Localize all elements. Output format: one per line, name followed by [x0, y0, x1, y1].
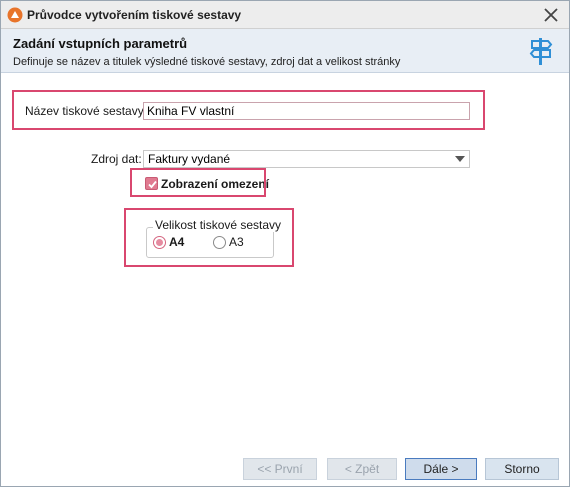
next-button[interactable]: Dále > — [405, 458, 477, 480]
restriction-checkbox[interactable] — [145, 177, 158, 190]
wizard-header: Zadání vstupních parametrů Definuje se n… — [1, 29, 569, 73]
title-bar: Průvodce vytvořením tiskové sestavy — [1, 1, 569, 29]
report-name-label: Název tiskové sestavy: — [25, 104, 148, 118]
check-icon — [148, 180, 157, 189]
back-button[interactable]: < Zpět — [327, 458, 397, 480]
page-title: Zadání vstupních parametrů — [13, 36, 188, 51]
report-size-group-title: Velikost tiskové sestavy — [153, 218, 284, 232]
wizard-dialog: Průvodce vytvořením tiskové sestavy Zadá… — [0, 0, 570, 487]
data-source-label: Zdroj dat: — [91, 152, 142, 166]
data-source-value: Faktury vydané — [148, 152, 231, 166]
size-a4-label[interactable]: A4 — [169, 235, 184, 249]
restriction-label[interactable]: Zobrazení omezení — [161, 177, 269, 191]
window-title: Průvodce vytvořením tiskové sestavy — [27, 8, 242, 22]
size-a3-radio[interactable] — [213, 236, 226, 249]
signpost-icon — [529, 38, 553, 65]
chevron-down-icon — [455, 156, 465, 162]
close-icon[interactable] — [539, 3, 563, 27]
app-logo-icon — [7, 7, 23, 23]
cancel-button[interactable]: Storno — [485, 458, 559, 480]
size-a4-radio[interactable] — [153, 236, 166, 249]
size-a3-label[interactable]: A3 — [229, 235, 244, 249]
page-description: Definuje se název a titulek výsledné tis… — [13, 56, 401, 68]
first-button[interactable]: << První — [243, 458, 317, 480]
data-source-select[interactable]: Faktury vydané — [143, 150, 470, 168]
report-name-input[interactable] — [143, 102, 470, 120]
